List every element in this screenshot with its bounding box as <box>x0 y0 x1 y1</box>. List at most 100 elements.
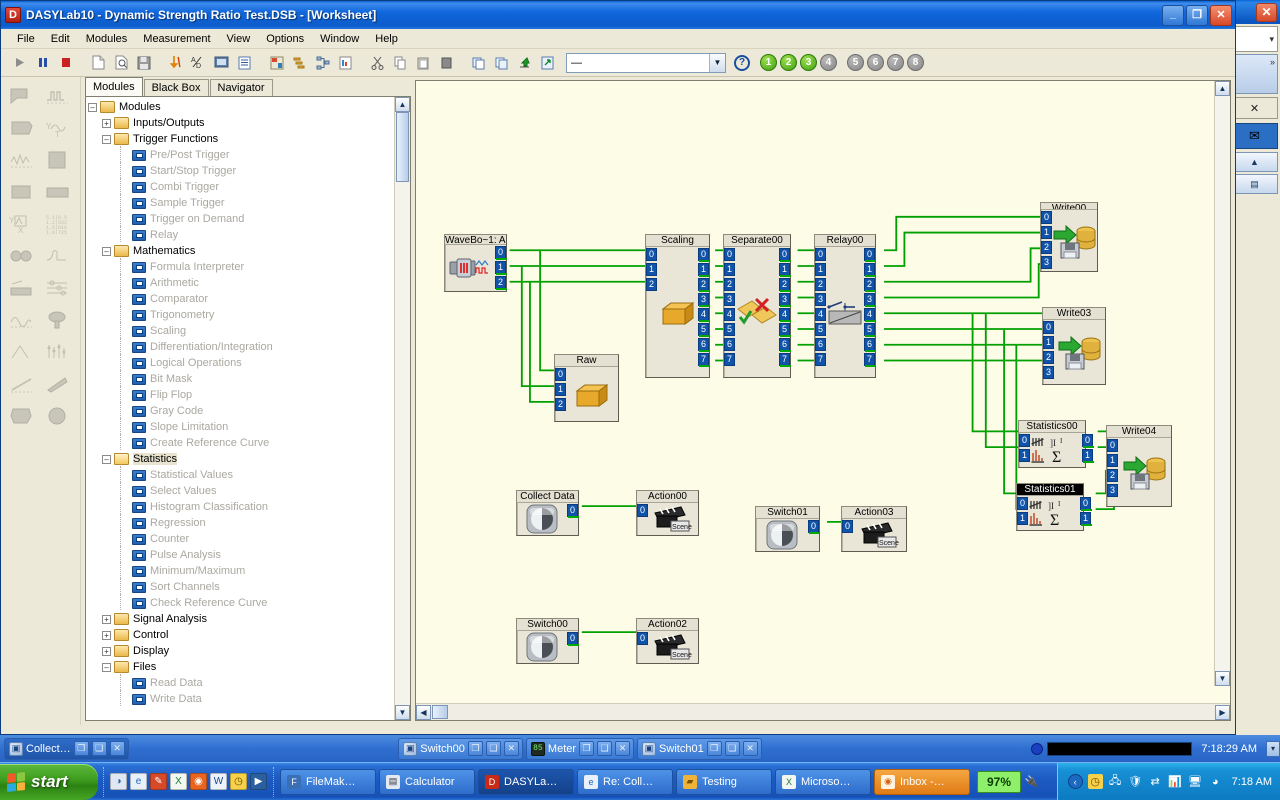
task-re-coll[interactable]: e Re: Coll… <box>577 768 673 795</box>
mdi-task-meter[interactable]: 85 Meter ❐ ❑ ✕ <box>525 737 635 760</box>
input-port[interactable]: 5 <box>815 323 826 336</box>
tree-item-trigger-functions[interactable]: – Trigger Functions <box>88 131 394 147</box>
worksheet-vscroll-track[interactable] <box>1215 96 1230 671</box>
setup-button-1[interactable]: 1 <box>760 54 777 71</box>
input-port[interactable]: 1 <box>555 383 566 396</box>
tree-item-mathematics[interactable]: – Mathematics <box>88 243 394 259</box>
output-port[interactable]: 0 <box>1080 497 1092 511</box>
tree-item-combi-trigger[interactable]: Combi Trigger <box>88 177 394 195</box>
mdi-task-switch01[interactable]: ▣ Switch01 ❐ ❑ ✕ <box>637 737 762 760</box>
palette-filter-icon[interactable] <box>41 305 75 335</box>
help-icon[interactable]: ? <box>734 54 750 71</box>
output-port[interactable]: 1 <box>1080 512 1092 526</box>
monitor-icon[interactable]: 🖥 <box>1188 774 1203 789</box>
input-port[interactable]: 0 <box>1017 497 1028 510</box>
input-port[interactable]: 2 <box>646 278 657 291</box>
collapse-icon[interactable]: – <box>102 454 111 464</box>
input-port[interactable]: 1 <box>1019 449 1030 462</box>
mdi-maximize-button[interactable]: ❑ <box>91 741 107 756</box>
tree-item-gray-code[interactable]: Gray Code <box>88 401 394 419</box>
media-icon[interactable]: ◑ <box>110 773 127 790</box>
input-port[interactable]: 0 <box>1019 434 1030 447</box>
mdi-restore-button[interactable]: ❐ <box>467 741 483 756</box>
worksheet-module-statistics00[interactable]: Statistics00 0 1]I I Σ 0 1 <box>1018 420 1094 468</box>
input-port[interactable]: 7 <box>815 353 826 366</box>
power-icon[interactable]: ◕ <box>1208 774 1223 789</box>
menu-item-options[interactable]: Options <box>258 31 312 47</box>
worksheet-module-action02[interactable]: Action02 0 Scene <box>636 618 699 664</box>
tree-item-pulse-analysis[interactable]: Pulse Analysis <box>88 545 394 563</box>
input-port[interactable]: 0 <box>637 632 648 645</box>
setup-button-2[interactable]: 2 <box>780 54 797 71</box>
tree-item-sort-channels[interactable]: Sort Channels <box>88 577 394 595</box>
tree-scroll-track[interactable] <box>395 182 410 705</box>
palette-control-icon[interactable] <box>5 177 39 207</box>
worksheet-module-separate00[interactable]: Separate00 0 1 2 3 4 5 6 7 0 1 2 3 4 5 6 7 <box>723 234 791 378</box>
input-port[interactable]: 0 <box>646 248 657 261</box>
report-icon[interactable] <box>335 52 356 73</box>
setup-button-4[interactable]: 4 <box>820 54 837 71</box>
input-port[interactable]: 0 <box>724 248 735 261</box>
mdi-close-button[interactable]: ✕ <box>742 741 758 756</box>
setup-button-7[interactable]: 7 <box>887 54 904 71</box>
tray-expand-icon[interactable]: ‹ <box>1067 774 1083 789</box>
background-window-close-icon[interactable]: ✕ <box>1256 2 1277 22</box>
tree-item-select-values[interactable]: Select Values <box>88 481 394 499</box>
worksheet-vertical-scrollbar[interactable]: ▲ ▼ <box>1214 81 1230 686</box>
palette-trigger-icon[interactable] <box>41 81 75 111</box>
output-port[interactable]: 6 <box>779 338 791 352</box>
tree-item-comparator[interactable]: Comparator <box>88 289 394 307</box>
mdi-restore-button[interactable]: ❐ <box>73 741 89 756</box>
collapse-icon[interactable]: – <box>102 134 111 144</box>
paint-icon[interactable]: ✎ <box>150 773 167 790</box>
input-port[interactable]: 0 <box>1041 211 1052 224</box>
palette-statistics-icon[interactable]: YT <box>41 113 75 143</box>
expand-icon[interactable]: + <box>102 646 111 656</box>
tree-scroll-down-icon[interactable]: ▼ <box>395 705 410 720</box>
tree-item-scaling[interactable]: Scaling <box>88 321 394 339</box>
input-port[interactable]: 5 <box>724 323 735 336</box>
layout-icon[interactable] <box>266 52 287 73</box>
tree-item-differentiation-integration[interactable]: Differentiation/Integration <box>88 337 394 355</box>
tree-item-arithmetic[interactable]: Arithmetic <box>88 273 394 291</box>
signal-icon[interactable] <box>165 52 186 73</box>
palette-peak-icon[interactable] <box>5 337 39 367</box>
output-port[interactable]: 0 <box>808 520 820 534</box>
excel-icon[interactable]: X <box>170 773 187 790</box>
output-port[interactable]: 1 <box>864 263 876 277</box>
palette-math-icon[interactable] <box>5 113 39 143</box>
palette-display-icon[interactable] <box>41 145 75 175</box>
worksheet-hscroll-thumb[interactable] <box>432 705 448 719</box>
network-icon[interactable]: 🖧 <box>1108 774 1123 789</box>
resize-grip-icon[interactable]: ▾ <box>1266 740 1280 757</box>
input-port[interactable]: 1 <box>724 263 735 276</box>
tree-item-signal-analysis[interactable]: + Signal Analysis <box>88 611 394 627</box>
new-worksheet-icon[interactable] <box>87 52 108 73</box>
window-copy-icon[interactable] <box>491 52 512 73</box>
palette-relay-icon[interactable] <box>5 241 39 271</box>
ad-converter-icon[interactable]: AD <box>188 52 209 73</box>
shield-icon[interactable]: 🛡 <box>1128 774 1143 789</box>
output-port[interactable]: 5 <box>864 323 876 337</box>
pause-icon[interactable] <box>32 52 53 73</box>
palette-ramp-icon[interactable] <box>5 369 39 399</box>
tree-item-statistical-values[interactable]: Statistical Values <box>88 465 394 483</box>
menu-item-modules[interactable]: Modules <box>78 31 136 47</box>
background-close-pane-icon[interactable]: ✕ <box>1231 97 1278 119</box>
listing-icon[interactable] <box>234 52 255 73</box>
input-port[interactable]: 2 <box>555 398 566 411</box>
task-testing[interactable]: ▰ Testing <box>676 768 772 795</box>
output-port[interactable]: 2 <box>864 278 876 292</box>
background-panel[interactable]: » <box>1231 54 1278 94</box>
battery-percent-badge[interactable]: 97% <box>977 770 1022 793</box>
clock-icon[interactable]: ◷ <box>230 773 247 790</box>
start-button[interactable]: start <box>0 763 98 800</box>
mdi-maximize-button[interactable]: ❑ <box>597 741 613 756</box>
mdi-close-button[interactable]: ✕ <box>109 741 125 756</box>
maximize-button[interactable]: ❐ <box>1186 4 1208 26</box>
worksheet-scroll-left-icon[interactable]: ◀ <box>416 704 431 720</box>
collapse-icon[interactable]: – <box>102 246 111 256</box>
clock-tray-icon[interactable]: ◷ <box>1087 774 1103 789</box>
collapse-icon[interactable]: – <box>88 102 97 112</box>
input-port[interactable]: 0 <box>1043 321 1054 334</box>
